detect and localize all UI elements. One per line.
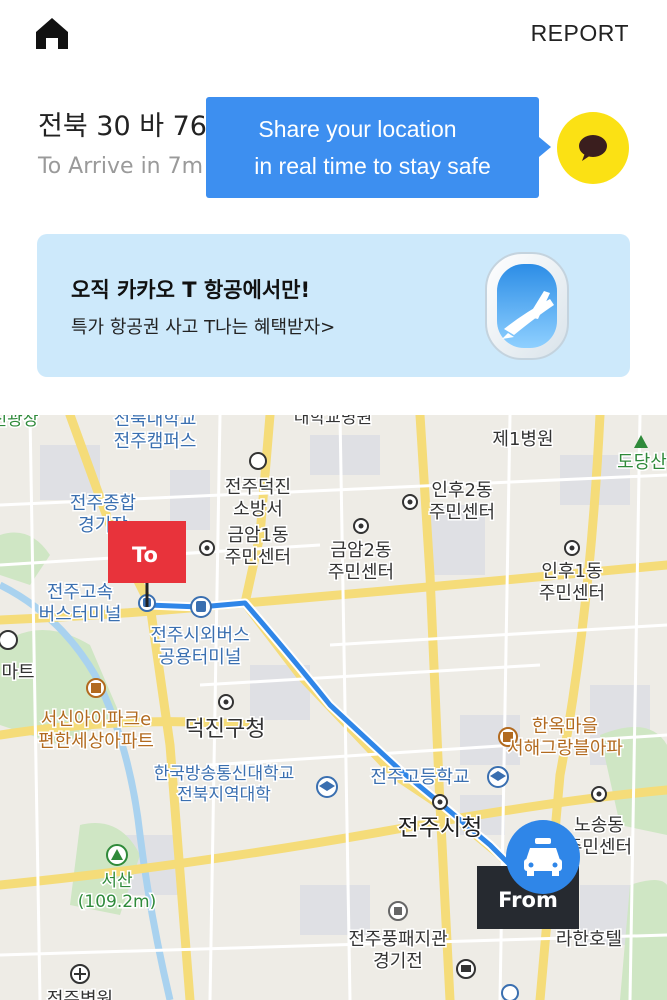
map-label-line: 공용터미널 [159,647,242,668]
top-bar: REPORT [0,0,667,70]
map-label-line: 전주병원 [47,989,113,1000]
map-label-line: 주민센터 [539,583,605,604]
map-label-intercity-bus: 전주시외버스 공용터미널 [150,625,249,668]
map-label-line: 버스터미널 [39,604,122,625]
tooltip-line-2: in real time to stay safe [254,153,491,179]
report-button[interactable]: REPORT [531,20,629,47]
hospital-icon [70,964,90,984]
cart-icon [0,630,18,650]
map-label-inhu1: 인후1동 주민센터 [539,561,605,604]
map-label-geumam2: 금암2동 주민센터 [328,540,394,583]
map-label-line: 마트 [1,662,34,683]
map-label-line: 라한호텔 [556,929,622,950]
map-label-high-school: 전주고등학교 [370,767,469,788]
arrival-eta: To Arrive in 7m [38,154,204,179]
map-label-geumam1: 금암1동 주민센터 [225,525,291,568]
map-label-inhu2: 인후2동 주민센터 [429,480,495,523]
promo-banner[interactable]: 오직 카카오 T 항공에서만! 특가 항공권 사고 T나는 혜택받자> [37,234,630,377]
map-label-line: 인후1동 [541,561,602,582]
map-label-line: 전주풍패지관 [348,929,447,950]
map-label-line: 금암1동 [227,525,288,546]
map-label-line: 한국방송통신대학교 [154,764,295,784]
map-label-line: 주민센터 [429,502,495,523]
map-label-deokjin-gu: 덕진구청 [185,717,266,742]
tooltip-line-1: Share your location [258,116,457,142]
share-location-tooltip[interactable]: Share your location in real time to stay… [206,97,551,198]
apartment-icon [86,678,106,698]
map-label-line: 경기전 [373,951,423,972]
map-label-bottom-hospital: 전주병원 [47,989,113,1000]
map-label-line: 전북지역대학 [177,785,271,805]
map-label-line: 도당산 [617,452,667,473]
map-label-line: 주민센터 [225,547,291,568]
map-label-line: 제1병원 [492,429,553,450]
school-icon [316,776,338,798]
square-poi-icon [388,901,408,921]
kakaotalk-bubble-icon [579,135,607,161]
map-label-line: 전주종합 [70,493,136,514]
map-label-hospital-1: 제1병원 [492,429,553,450]
pin-icon [249,452,267,470]
to-marker-label: To [132,543,158,567]
flag-icon [501,984,519,1000]
kakaotalk-share-button[interactable] [557,112,629,184]
map-label-line: (109.2m) [78,892,157,912]
map-label-line: 소방서 [233,499,283,520]
map-label-line: 전북대학교 [114,415,197,430]
map-label-line: 신광장 [0,415,39,430]
map-label-line: 편한세상아파트 [38,731,154,752]
palace-icon [456,959,476,979]
map-label-line: 인후2동 [431,480,492,501]
map-label-line: 서신아이파크e [41,709,151,730]
map-label-line: 한옥마을 [532,716,598,737]
map-label-line: 서해그랑블아파 [507,738,623,759]
map-label-line: 주민센터 [328,562,394,583]
map-label-mart: 마트 [1,662,34,683]
map-label-university-campus: 전북대학교 전주캠퍼스 [114,415,197,452]
map-label-line: 전주캠퍼스 [114,431,197,452]
map-label-city-hall: 전주시청 [398,815,483,841]
route-map[interactable]: 전북대학교 전주캠퍼스 대학교병원 제1병원 도당산 전주종합 경기장 전주덕진 소방서 인후2동… [0,415,667,1000]
license-plate: 전북 30 바 76 [38,111,207,142]
map-label-hotel: 라한호텔 [556,929,622,950]
map-label-hospital-top: 대학교병원 [294,415,372,428]
home-icon[interactable] [32,14,72,54]
map-canvas[interactable]: 전북대학교 전주캠퍼스대학교병원제1병원도당산전주종합 경기장전주덕진 소방서인후2동… [0,415,667,1000]
bus-stop-icon [190,596,212,618]
school-icon [487,766,509,788]
map-label-line: 전주시외버스 [150,625,249,646]
airplane-window-icon [484,251,570,361]
map-label-left-top: 신광장 [0,415,39,430]
map-label-line: 금암2동 [330,540,391,561]
map-label-line: 서산 [101,871,133,891]
map-label-dodang: 도당산 [617,452,667,473]
map-label-line: 전주시청 [398,815,483,841]
mountain-icon [106,844,128,866]
banner-subtitle: 특가 항공권 사고 T나는 혜택받자> [71,317,336,338]
map-label-fire-station: 전주덕진 소방서 [225,477,291,520]
map-label-line: 덕진구청 [185,717,266,742]
map-label-line: 대학교병원 [294,415,372,428]
map-label-line: 전주고등학교 [370,767,469,788]
map-label-line: 노송동 [574,815,624,836]
map-label-line: 전주덕진 [225,477,291,498]
map-label-line: 전주고속 [47,582,113,603]
banner-title: 오직 카카오 T 항공에서만! [71,278,311,302]
map-label-express-bus: 전주고속 버스터미널 [39,582,122,625]
map-label-apartment: 서신아이파크e 편한세상아파트 [38,709,154,752]
